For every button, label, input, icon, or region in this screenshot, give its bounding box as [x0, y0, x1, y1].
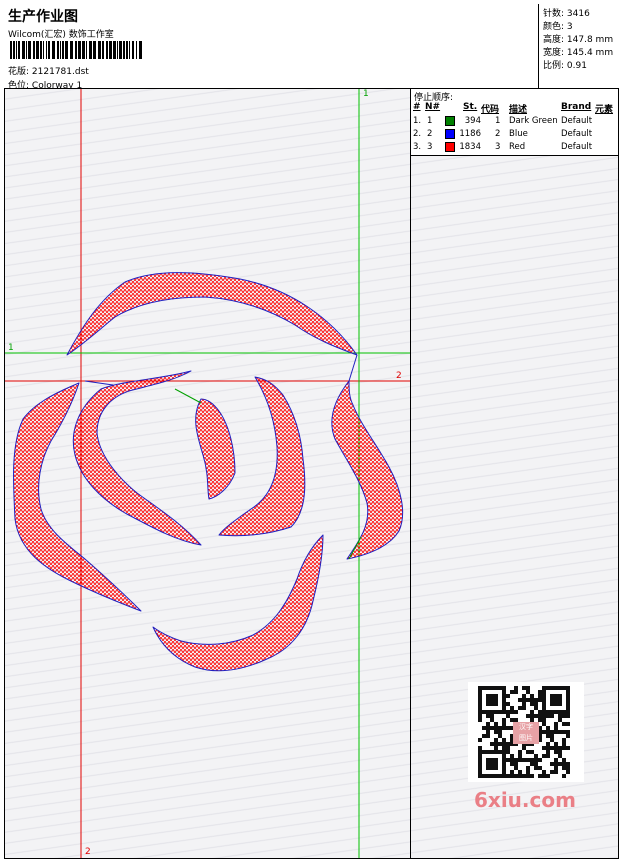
- design-canvas: 1 1 2 2: [5, 89, 411, 858]
- barcode-image: [10, 41, 142, 59]
- row-3-needle: 3: [427, 142, 433, 152]
- design-label: 花版:: [8, 67, 30, 77]
- row-2-stitches: 1186: [459, 129, 481, 139]
- row-3-color-swatch: [445, 142, 455, 152]
- design-file: 花版: 2121781.dst: [8, 64, 89, 77]
- guide-green-horizontal-label: 1: [8, 343, 14, 353]
- stat-height: 高度: 147.8 mm: [543, 35, 614, 45]
- guide-green-vertical-label: 1: [363, 89, 369, 99]
- design-value: 2121781.dst: [31, 67, 89, 77]
- row-2-brand: Default: [561, 129, 593, 139]
- guide-red-vertical-label: 2: [85, 847, 91, 857]
- stat-scale: 比例: 0.91: [543, 61, 587, 71]
- row-1-description: Dark Green: [509, 116, 558, 126]
- petal-left-inner: [72, 370, 202, 546]
- design-preview: [5, 89, 410, 858]
- petal-right: [331, 380, 404, 560]
- col-needle: N#: [425, 102, 441, 112]
- col-description: 描述: [509, 105, 528, 115]
- row-3-stitches: 1834: [459, 142, 481, 152]
- row-1-no: 1.: [413, 116, 422, 126]
- petal-center-swirl: [195, 398, 236, 500]
- petal-bottom: [152, 534, 324, 672]
- col-code: 代码: [481, 105, 500, 115]
- header-info: 生产作业图 Wilcom(汇宏) 数饰工作室 花版: 2121781.dst 色…: [4, 4, 536, 91]
- row-2-needle: 2: [427, 129, 433, 139]
- col-element: 元素: [595, 105, 614, 115]
- row-2-code: 2: [495, 129, 501, 139]
- watermark-logo: 6xiu.com: [474, 788, 576, 812]
- qr-stamp: 汉字 图片: [513, 722, 539, 744]
- col-stitches: St.: [463, 102, 478, 112]
- row-2-color-swatch: [445, 129, 455, 139]
- row-3-brand: Default: [561, 142, 593, 152]
- design-stats: 针数: 3416 颜色: 3 高度: 147.8 mm 宽度: 145.4 mm…: [538, 4, 617, 89]
- row-1-needle: 1: [427, 116, 433, 126]
- stat-colors: 颜色: 3: [543, 22, 573, 32]
- production-worksheet: 生产作业图 Wilcom(汇宏) 数饰工作室 花版: 2121781.dst 色…: [0, 0, 620, 861]
- page-title: 生产作业图: [8, 9, 78, 25]
- row-3-description: Red: [509, 142, 526, 152]
- qr-code: 汉字 图片: [468, 682, 584, 782]
- row-1-stitches: 394: [464, 116, 481, 126]
- stop-sequence-table: 停止顺序: # N# St. 代码 描述 Brand 元素 1. 1 394 1…: [411, 89, 618, 156]
- row-3-no: 3.: [413, 142, 422, 152]
- petal-top: [66, 272, 358, 356]
- row-3-code: 3: [495, 142, 501, 152]
- connector-stitch: [348, 354, 358, 382]
- row-2-description: Blue: [509, 129, 528, 139]
- row-1-color-swatch: [445, 116, 455, 126]
- col-index: #: [413, 102, 421, 112]
- col-brand: Brand: [561, 102, 592, 112]
- connector-stitch: [84, 380, 114, 386]
- connector-stitch: [174, 388, 202, 404]
- stat-stitches: 针数: 3416: [543, 9, 590, 19]
- row-2-no: 2.: [413, 129, 422, 139]
- studio-subtitle: Wilcom(汇宏) 数饰工作室: [8, 30, 114, 40]
- row-1-brand: Default: [561, 116, 593, 126]
- guide-red-horizontal-label: 2: [396, 371, 402, 381]
- stat-width: 宽度: 145.4 mm: [543, 48, 614, 58]
- row-1-code: 1: [495, 116, 501, 126]
